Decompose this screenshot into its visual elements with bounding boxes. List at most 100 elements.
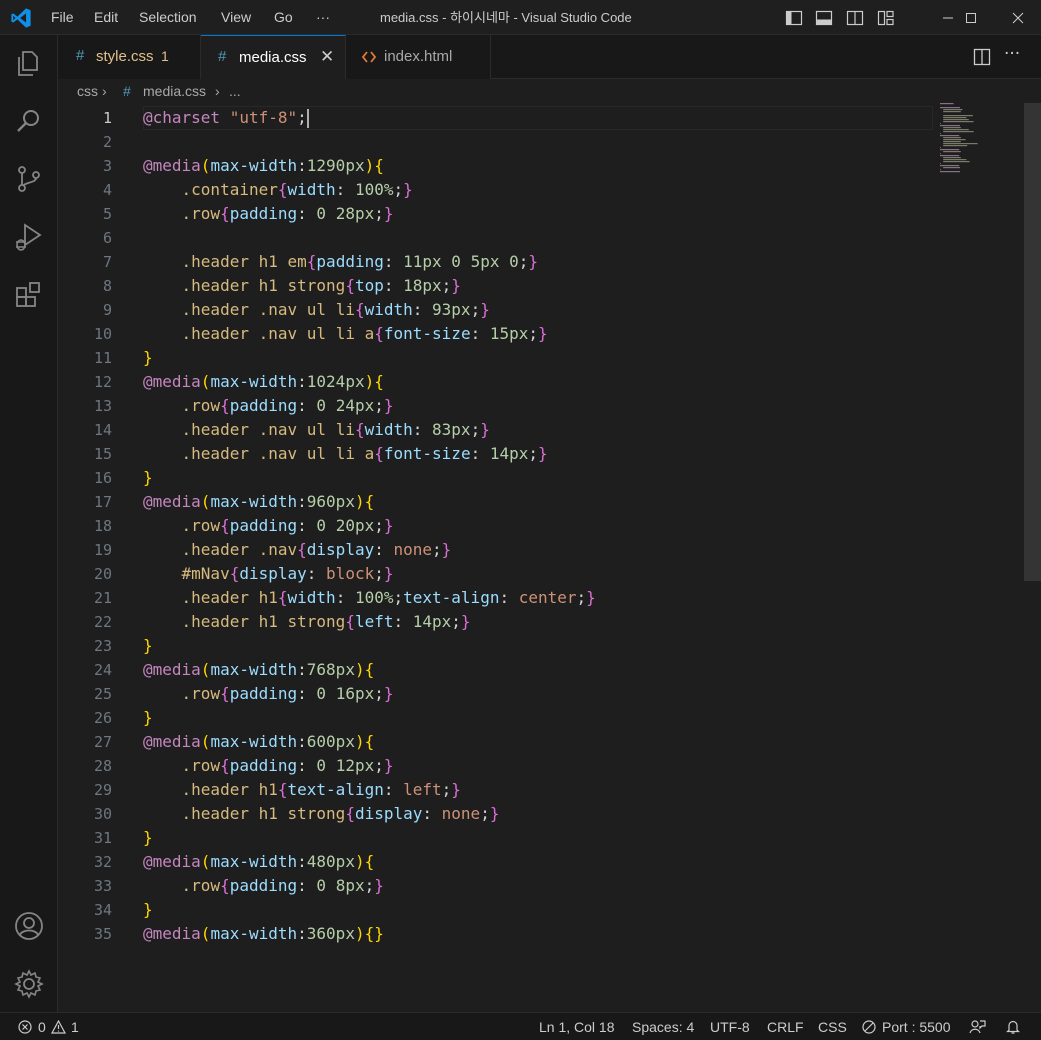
notifications-bell-icon[interactable] [1005,1019,1021,1035]
code-text: .header h1{width: 100%;text-align: cente… [181,588,596,607]
code-line[interactable]: 35 @media(max-width:360px){} [58,922,938,946]
code-line[interactable]: 18 .row{padding: 0 20px;} [58,514,938,538]
code-line[interactable]: 3 @media(max-width:1290px){ [58,154,938,178]
line-number: 34 [93,901,112,919]
code-text: .row{padding: 0 16px;} [181,684,394,703]
language-mode[interactable]: CSS [818,1019,847,1035]
menu-more[interactable]: ··· [316,0,330,35]
code-line[interactable]: 29 .header h1{text-align: left;} [58,778,938,802]
code-line[interactable]: 25 .row{padding: 0 16px;} [58,682,938,706]
line-number: 26 [93,709,112,727]
code-line[interactable]: 1 @charset "utf-8"; [58,106,938,130]
error-icon[interactable] [18,1020,32,1034]
maximize-button[interactable] [948,0,994,35]
more-actions-icon[interactable]: ··· [1004,44,1020,64]
toggle-panel-icon[interactable] [815,9,833,27]
code-text: @media(max-width:360px){} [143,924,384,943]
toggle-primary-sidebar-icon[interactable] [785,9,803,27]
code-line[interactable]: 13 .row{padding: 0 24px;} [58,394,938,418]
feedback-icon[interactable] [969,1019,986,1035]
source-control-icon[interactable] [13,163,45,195]
minimap-line [943,167,960,169]
encoding[interactable]: UTF-8 [710,1019,750,1035]
code-text: @media(max-width:600px){ [143,732,375,751]
breadcrumb-folder[interactable]: css [77,83,98,99]
code-line[interactable]: 33 .row{padding: 0 8px;} [58,874,938,898]
cursor-position[interactable]: Ln 1, Col 18 [539,1019,615,1035]
code-line[interactable]: 14 .header .nav ul li{width: 83px;} [58,418,938,442]
close-window-button[interactable] [995,0,1041,35]
end-of-line[interactable]: CRLF [767,1019,804,1035]
code-line[interactable]: 11} [58,346,938,370]
menu-go[interactable]: Go [274,0,293,35]
live-server-icon[interactable] [862,1020,876,1034]
code-line[interactable]: 4 .container{width: 100%;} [58,178,938,202]
code-line[interactable]: 27 @media(max-width:600px){ [58,730,938,754]
minimap-line [943,121,974,123]
line-number: 1 [102,109,112,127]
code-line[interactable]: 22 .header h1 strong{left: 14px;} [58,610,938,634]
breadcrumb-more[interactable]: ... [229,83,241,99]
menu-view[interactable]: View [221,0,251,35]
gear-icon[interactable] [13,968,45,1000]
minimap[interactable] [938,103,1026,183]
accounts-icon[interactable] [13,910,45,942]
code-editor[interactable]: 1 @charset "utf-8"; 2 3 @media(max-width:129… [58,103,1041,1012]
minimap-line [943,129,969,131]
tab-style-css[interactable]: # style.css 1 [58,35,201,79]
toggle-secondary-sidebar-icon[interactable] [846,9,864,27]
customize-layout-icon[interactable] [877,9,895,27]
menu-file[interactable]: File [51,0,74,35]
code-line[interactable]: 5 .row{padding: 0 28px;} [58,202,938,226]
code-line[interactable]: 20 #mNav{display: block;} [58,562,938,586]
code-line[interactable]: 34} [58,898,938,922]
live-server-port[interactable]: Port : 5500 [882,1019,951,1035]
menu-selection[interactable]: Selection [139,0,197,35]
scrollbar-thumb[interactable] [1024,103,1041,581]
tab-media-css[interactable]: # media.css ✕ [201,35,346,80]
code-line[interactable]: 16} [58,466,938,490]
search-icon[interactable] [13,105,45,137]
text-cursor [306,109,309,128]
line-number: 23 [93,637,112,655]
code-line[interactable]: 12 @media(max-width:1024px){ [58,370,938,394]
line-number: 18 [93,517,112,535]
extensions-icon[interactable] [13,279,45,311]
tab-label: style.css [96,48,154,65]
code-line[interactable]: 23} [58,634,938,658]
code-line[interactable]: 7 .header h1 em{padding: 11px 0 5px 0;} [58,250,938,274]
code-line[interactable]: 26} [58,706,938,730]
warning-icon[interactable] [51,1020,66,1034]
tab-index-html[interactable]: index.html [346,35,491,79]
code-line[interactable]: 21 .header h1{width: 100%;text-align: ce… [58,586,938,610]
code-line[interactable]: 9 .header .nav ul li{width: 93px;} [58,298,938,322]
code-line[interactable]: 2 [58,130,938,154]
line-number: 19 [93,541,112,559]
code-line[interactable]: 10 .header .nav ul li a{font-size: 15px;… [58,322,938,346]
indentation[interactable]: Spaces: 4 [632,1019,694,1035]
minimap-line [940,155,960,157]
warning-count[interactable]: 1 [71,1019,79,1035]
split-editor-icon[interactable] [973,48,991,66]
minimap-line [943,119,969,121]
code-line[interactable]: 8 .header h1 strong{top: 18px;} [58,274,938,298]
code-text: .container{width: 100%;} [181,180,413,199]
explorer-icon[interactable] [13,47,45,79]
line-number: 2 [102,133,112,151]
code-line[interactable]: 19 .header .nav{display: none;} [58,538,938,562]
code-line[interactable]: 28 .row{padding: 0 12px;} [58,754,938,778]
code-line[interactable]: 31} [58,826,938,850]
close-tab-icon[interactable]: ✕ [320,47,334,67]
code-line[interactable]: 32 @media(max-width:480px){ [58,850,938,874]
line-number: 16 [93,469,112,487]
code-line[interactable]: 24 @media(max-width:768px){ [58,658,938,682]
error-count[interactable]: 0 [38,1019,46,1035]
run-debug-icon[interactable] [13,221,45,253]
menu-edit[interactable]: Edit [94,0,118,35]
code-line[interactable]: 15 .header .nav ul li a{font-size: 14px;… [58,442,938,466]
breadcrumb-file[interactable]: media.css [143,83,206,99]
line-number: 3 [102,157,112,175]
code-line[interactable]: 30 .header h1 strong{display: none;} [58,802,938,826]
code-line[interactable]: 17 @media(max-width:960px){ [58,490,938,514]
code-line[interactable]: 6 [58,226,938,250]
